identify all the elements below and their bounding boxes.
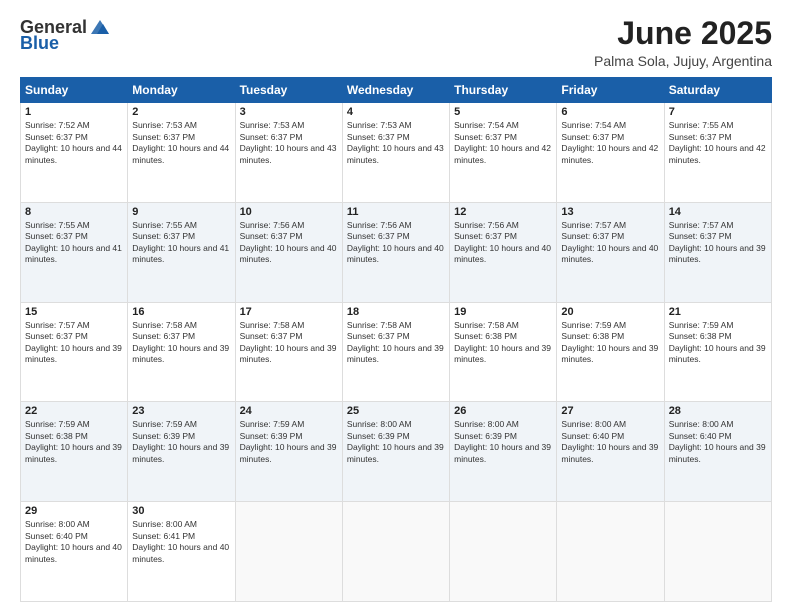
calendar-week-2: 8Sunrise: 7:55 AMSunset: 6:37 PMDaylight… xyxy=(21,202,772,302)
col-monday: Monday xyxy=(128,78,235,103)
main-title: June 2025 xyxy=(594,16,772,51)
subtitle: Palma Sola, Jujuy, Argentina xyxy=(594,53,772,69)
logo: General Blue xyxy=(20,16,111,52)
col-wednesday: Wednesday xyxy=(342,78,449,103)
calendar-day-12: 12Sunrise: 7:56 AMSunset: 6:37 PMDayligh… xyxy=(450,202,557,302)
calendar-header-row: Sunday Monday Tuesday Wednesday Thursday… xyxy=(21,78,772,103)
header: General Blue June 2025 Palma Sola, Jujuy… xyxy=(20,16,772,69)
calendar-empty-cell xyxy=(557,502,664,602)
page: General Blue June 2025 Palma Sola, Jujuy… xyxy=(0,0,792,612)
calendar-empty-cell xyxy=(450,502,557,602)
calendar-week-3: 15Sunrise: 7:57 AMSunset: 6:37 PMDayligh… xyxy=(21,302,772,402)
calendar-day-27: 27Sunrise: 8:00 AMSunset: 6:40 PMDayligh… xyxy=(557,402,664,502)
calendar-day-7: 7Sunrise: 7:55 AMSunset: 6:37 PMDaylight… xyxy=(664,103,771,203)
title-block: June 2025 Palma Sola, Jujuy, Argentina xyxy=(594,16,772,69)
calendar-table: Sunday Monday Tuesday Wednesday Thursday… xyxy=(20,77,772,602)
calendar-day-17: 17Sunrise: 7:58 AMSunset: 6:37 PMDayligh… xyxy=(235,302,342,402)
calendar-day-22: 22Sunrise: 7:59 AMSunset: 6:38 PMDayligh… xyxy=(21,402,128,502)
calendar-day-16: 16Sunrise: 7:58 AMSunset: 6:37 PMDayligh… xyxy=(128,302,235,402)
calendar-week-1: 1Sunrise: 7:52 AMSunset: 6:37 PMDaylight… xyxy=(21,103,772,203)
calendar-day-18: 18Sunrise: 7:58 AMSunset: 6:37 PMDayligh… xyxy=(342,302,449,402)
col-friday: Friday xyxy=(557,78,664,103)
calendar-day-15: 15Sunrise: 7:57 AMSunset: 6:37 PMDayligh… xyxy=(21,302,128,402)
col-sunday: Sunday xyxy=(21,78,128,103)
calendar-day-3: 3Sunrise: 7:53 AMSunset: 6:37 PMDaylight… xyxy=(235,103,342,203)
calendar-day-1: 1Sunrise: 7:52 AMSunset: 6:37 PMDaylight… xyxy=(21,103,128,203)
calendar-day-6: 6Sunrise: 7:54 AMSunset: 6:37 PMDaylight… xyxy=(557,103,664,203)
calendar-day-10: 10Sunrise: 7:56 AMSunset: 6:37 PMDayligh… xyxy=(235,202,342,302)
col-thursday: Thursday xyxy=(450,78,557,103)
col-tuesday: Tuesday xyxy=(235,78,342,103)
calendar-day-30: 30Sunrise: 8:00 AMSunset: 6:41 PMDayligh… xyxy=(128,502,235,602)
calendar-day-14: 14Sunrise: 7:57 AMSunset: 6:37 PMDayligh… xyxy=(664,202,771,302)
calendar-day-29: 29Sunrise: 8:00 AMSunset: 6:40 PMDayligh… xyxy=(21,502,128,602)
calendar-week-5: 29Sunrise: 8:00 AMSunset: 6:40 PMDayligh… xyxy=(21,502,772,602)
calendar-day-23: 23Sunrise: 7:59 AMSunset: 6:39 PMDayligh… xyxy=(128,402,235,502)
col-saturday: Saturday xyxy=(664,78,771,103)
calendar-day-24: 24Sunrise: 7:59 AMSunset: 6:39 PMDayligh… xyxy=(235,402,342,502)
calendar-day-21: 21Sunrise: 7:59 AMSunset: 6:38 PMDayligh… xyxy=(664,302,771,402)
logo-icon xyxy=(89,16,111,38)
calendar-body: 1Sunrise: 7:52 AMSunset: 6:37 PMDaylight… xyxy=(21,103,772,602)
calendar-empty-cell xyxy=(235,502,342,602)
calendar-day-19: 19Sunrise: 7:58 AMSunset: 6:38 PMDayligh… xyxy=(450,302,557,402)
calendar-day-4: 4Sunrise: 7:53 AMSunset: 6:37 PMDaylight… xyxy=(342,103,449,203)
calendar-day-26: 26Sunrise: 8:00 AMSunset: 6:39 PMDayligh… xyxy=(450,402,557,502)
calendar-empty-cell xyxy=(342,502,449,602)
logo-blue: Blue xyxy=(20,34,59,52)
calendar-day-2: 2Sunrise: 7:53 AMSunset: 6:37 PMDaylight… xyxy=(128,103,235,203)
calendar-day-28: 28Sunrise: 8:00 AMSunset: 6:40 PMDayligh… xyxy=(664,402,771,502)
calendar-day-13: 13Sunrise: 7:57 AMSunset: 6:37 PMDayligh… xyxy=(557,202,664,302)
calendar-day-20: 20Sunrise: 7:59 AMSunset: 6:38 PMDayligh… xyxy=(557,302,664,402)
calendar-day-8: 8Sunrise: 7:55 AMSunset: 6:37 PMDaylight… xyxy=(21,202,128,302)
calendar-week-4: 22Sunrise: 7:59 AMSunset: 6:38 PMDayligh… xyxy=(21,402,772,502)
calendar-day-9: 9Sunrise: 7:55 AMSunset: 6:37 PMDaylight… xyxy=(128,202,235,302)
calendar-day-11: 11Sunrise: 7:56 AMSunset: 6:37 PMDayligh… xyxy=(342,202,449,302)
calendar-empty-cell xyxy=(664,502,771,602)
calendar-day-25: 25Sunrise: 8:00 AMSunset: 6:39 PMDayligh… xyxy=(342,402,449,502)
calendar-day-5: 5Sunrise: 7:54 AMSunset: 6:37 PMDaylight… xyxy=(450,103,557,203)
